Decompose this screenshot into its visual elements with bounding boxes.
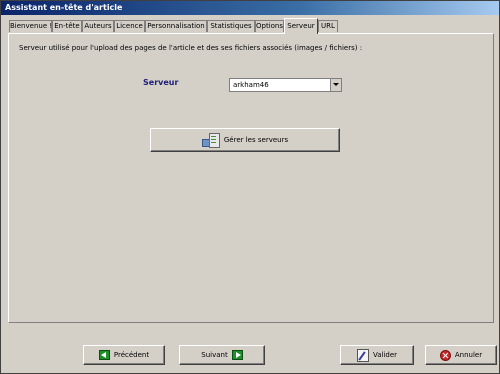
arrow-right-icon — [231, 350, 243, 360]
tab-panel — [8, 33, 494, 323]
tab-bienvenue[interactable]: Bienvenue ! — [9, 20, 52, 32]
tab-statistiques[interactable]: Statistiques — [207, 20, 255, 32]
validate-label: Valider — [372, 351, 398, 359]
tab-licence[interactable]: Licence — [114, 20, 145, 32]
previous-label: Précédent — [113, 351, 150, 359]
tab-url[interactable]: URL — [318, 20, 338, 32]
manage-servers-button[interactable]: Gérer les serveurs — [150, 128, 340, 152]
cancel-label: Annuler — [454, 351, 483, 359]
server-select-value: arkham46 — [233, 81, 269, 89]
cancel-button[interactable]: Annuler — [425, 345, 497, 365]
server-description: Serveur utilisé pour l'upload des pages … — [19, 44, 363, 52]
title-bar: Assistant en-tête d'article — [1, 1, 499, 15]
server-label: Serveur — [143, 78, 179, 87]
arrow-left-icon — [98, 350, 110, 360]
tab-en-tete[interactable]: En-tête — [52, 20, 82, 32]
pen-icon — [356, 348, 369, 362]
tab-auteurs[interactable]: Auteurs — [82, 20, 114, 32]
chevron-down-icon[interactable] — [330, 79, 341, 91]
validate-button[interactable]: Valider — [340, 345, 414, 365]
tab-personnalisation[interactable]: Personnalisation — [145, 20, 207, 32]
next-label: Suivant — [201, 351, 228, 359]
wizard-window: Assistant en-tête d'article Bienvenue ! … — [0, 0, 500, 374]
next-button[interactable]: Suivant — [179, 345, 265, 365]
previous-button[interactable]: Précédent — [83, 345, 165, 365]
tab-options[interactable]: Options — [255, 20, 284, 32]
cancel-icon — [439, 349, 451, 361]
tab-serveur[interactable]: Serveur — [284, 18, 318, 34]
server-select[interactable]: arkham46 — [229, 78, 342, 92]
manage-servers-label: Gérer les serveurs — [223, 136, 289, 144]
server-manage-icon — [201, 133, 220, 148]
